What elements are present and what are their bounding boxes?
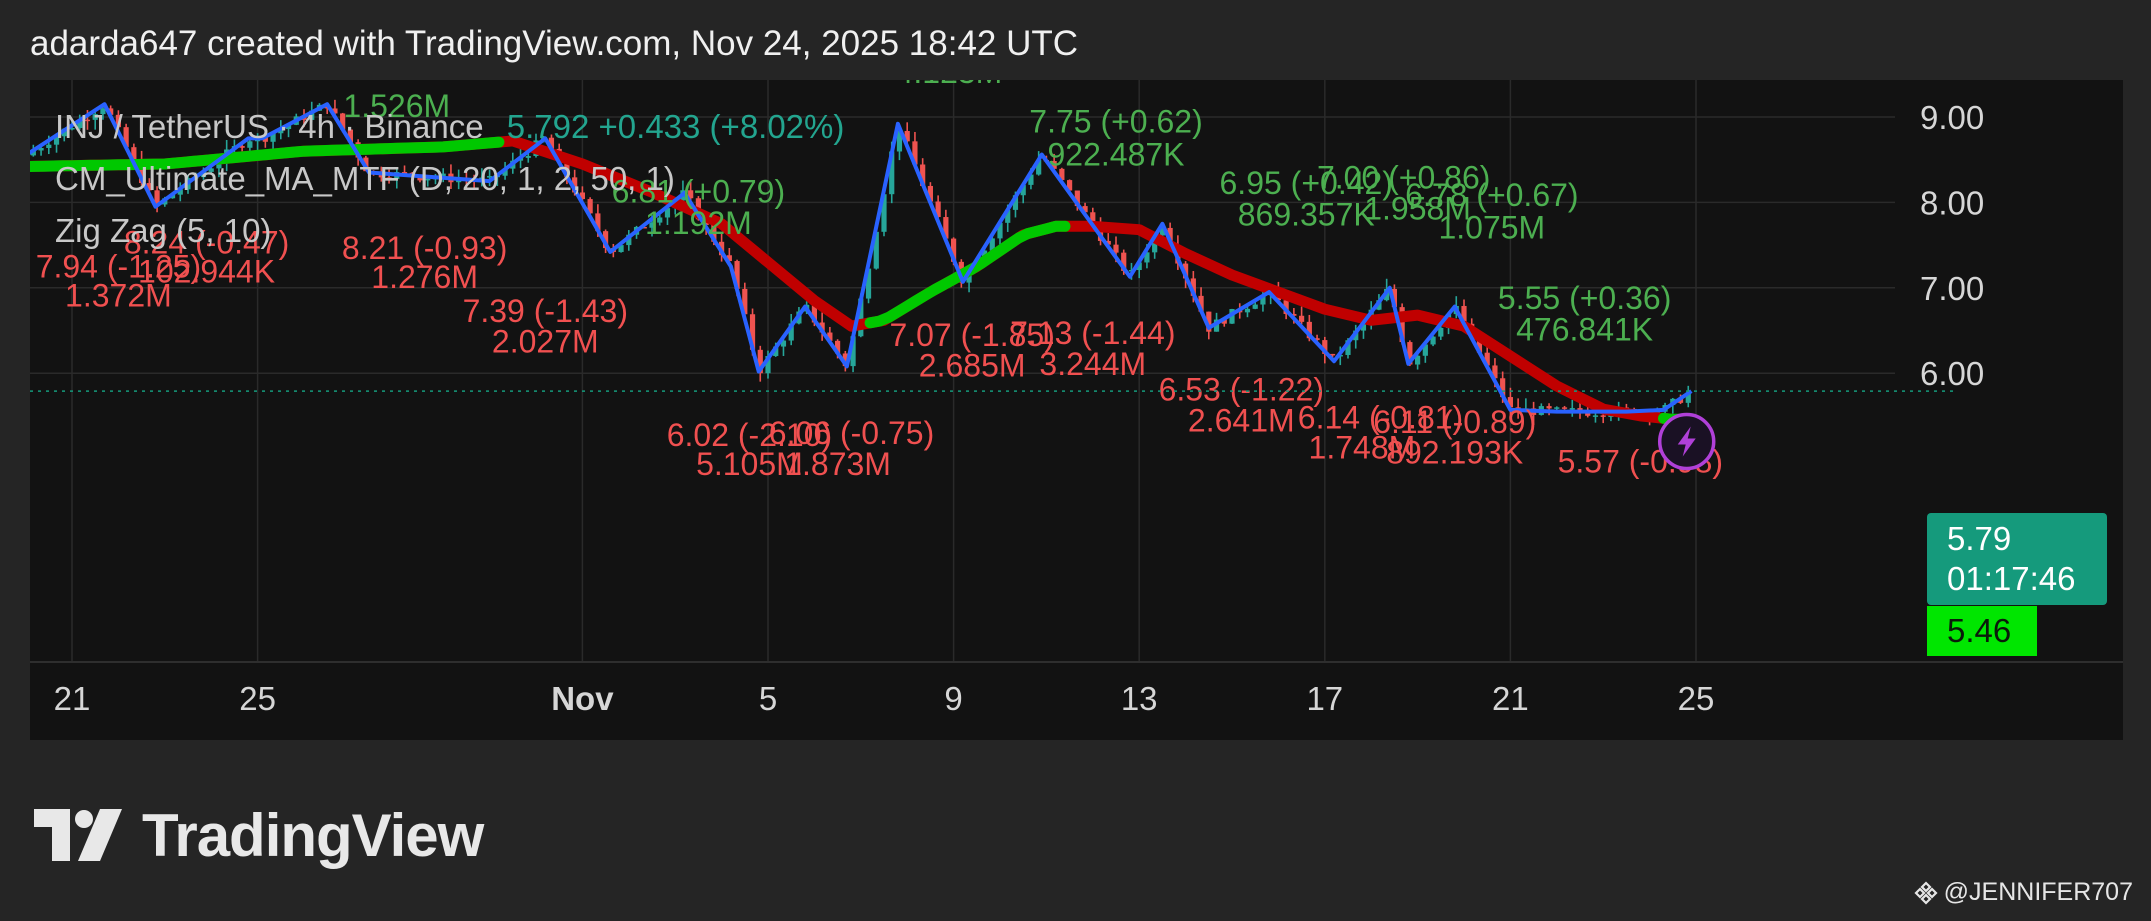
candle-body: [1554, 407, 1560, 409]
pivot-label-low: 3.244M: [1039, 346, 1146, 382]
chart-panel[interactable]: 1.265M1.015M1.526M8.75 (+1.0)4.123M7.75 …: [30, 80, 2123, 740]
bar-countdown: 01:17:46: [1947, 560, 2076, 597]
candle-body: [1244, 308, 1251, 313]
candle-body: [1299, 315, 1305, 322]
author-watermark: @JENNIFER707: [1914, 878, 2133, 907]
candle-body: [1113, 244, 1119, 253]
event-lightning-icon: [1657, 412, 1716, 471]
pivot-label-high: 922.487K: [1047, 137, 1184, 173]
last-price-value: 5.79: [1947, 520, 2012, 557]
y-tick-label: 8.00: [1920, 184, 1984, 221]
tradingview-brand[interactable]: TradingView: [34, 800, 484, 870]
pivot-label-low: 2.641M: [1188, 402, 1295, 438]
candle-down: [1546, 403, 1552, 416]
symbol-legend[interactable]: INJ / TetherUS · 4h · Binance 5.792 +0.4…: [55, 108, 844, 146]
x-tick-label: Nov: [551, 680, 614, 717]
pivot-label-low: 1.873M: [784, 446, 891, 482]
candle-body: [46, 144, 52, 149]
brand-name: TradingView: [142, 801, 484, 869]
pivot-label-high: 7.75 (+0.62): [1029, 103, 1202, 139]
pivot-label-high: 869.357K: [1238, 196, 1375, 232]
candle-down: [1561, 405, 1568, 410]
pivot-label-low: 1.276M: [371, 259, 478, 295]
candle-down: [1299, 306, 1305, 325]
chart-header: adarda647 created with TradingView.com, …: [30, 24, 1079, 63]
pivot-label-high: 1.192M: [645, 205, 752, 241]
pivot-label-low: 1.372M: [65, 278, 172, 314]
ma-value-badge: 5.46: [1927, 606, 2037, 656]
candle-up: [1569, 399, 1575, 417]
candle-body: [1438, 327, 1444, 337]
pivot-label-high: 6.78 (+0.67): [1405, 177, 1578, 213]
y-tick-label: 9.00: [1920, 99, 1984, 136]
pivot-label-high: 4.123M: [896, 80, 1003, 90]
x-tick-label: 9: [944, 680, 962, 717]
x-tick-label: 21: [1492, 680, 1529, 717]
pivot-label-high: 476.841K: [1516, 312, 1653, 348]
candle-body: [1600, 415, 1606, 417]
pivot-label-low: 892.193K: [1386, 435, 1523, 471]
pivot-label-low: 2.027M: [492, 324, 599, 360]
ma-indicator-legend[interactable]: CM_Ultimate_MA_MTF (D, 20, 1, 2, 50, 1): [55, 160, 675, 198]
symbol-label: INJ / TetherUS · 4h · Binance: [55, 108, 484, 145]
candle-body: [1592, 415, 1599, 417]
legend-change: +0.433 (+8.02%): [598, 108, 845, 145]
y-tick-label: 7.00: [1920, 270, 1984, 307]
zigzag-indicator-legend[interactable]: Zig Zag (5, 10): [55, 212, 271, 250]
binance-diamond-icon: [1914, 880, 1938, 905]
candle-body: [1252, 304, 1258, 309]
x-tick-label: 13: [1121, 680, 1158, 717]
x-axis: 21 25 Nov 5 9 13 17 21 25: [54, 680, 1715, 717]
x-tick-label: 25: [1678, 680, 1715, 717]
x-tick-label: 17: [1306, 680, 1343, 717]
last-price-badge: 5.79 01:17:46: [1927, 513, 2107, 605]
y-tick-label: 6.00: [1920, 355, 1984, 392]
pivot-label-low: 2.685M: [919, 348, 1026, 384]
candle-body: [1561, 407, 1568, 409]
pivot-label-high: 1.075M: [1438, 209, 1545, 245]
y-axis: 9.00 8.00 7.00 6.00: [1920, 99, 1984, 392]
x-tick-label: 5: [759, 680, 777, 717]
legend-price: 5.792: [506, 108, 590, 145]
candle-body: [1546, 406, 1552, 409]
x-tick-label: 21: [54, 680, 91, 717]
candle-body: [1569, 408, 1575, 410]
watermark-text: @JENNIFER707: [1943, 878, 2133, 906]
candle-body: [525, 155, 531, 158]
x-tick-label: 25: [239, 680, 276, 717]
tradingview-logo-icon: [34, 809, 122, 861]
